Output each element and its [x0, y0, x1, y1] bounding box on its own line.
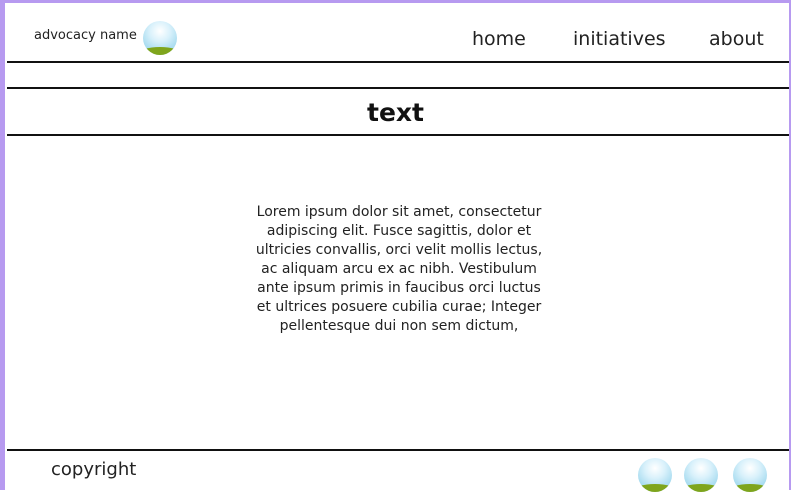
- nav-link-initiatives[interactable]: initiatives: [573, 28, 666, 50]
- nav-link-about[interactable]: about: [709, 28, 764, 50]
- social-icon-3[interactable]: [733, 458, 767, 492]
- social-icon-1[interactable]: [638, 458, 672, 492]
- title-divider-bottom: [7, 134, 789, 136]
- brand-name[interactable]: advocacy name: [34, 28, 137, 43]
- title-divider-top: [7, 87, 789, 89]
- page-title: text: [367, 98, 424, 127]
- social-icon-2[interactable]: [684, 458, 718, 492]
- footer-divider: [7, 449, 789, 451]
- copyright-text: copyright: [51, 459, 137, 480]
- nav-link-home[interactable]: home: [472, 28, 526, 50]
- header-divider: [7, 61, 789, 63]
- body-paragraph: Lorem ipsum dolor sit amet, consectetur …: [255, 204, 543, 334]
- logo-icon[interactable]: [143, 21, 177, 55]
